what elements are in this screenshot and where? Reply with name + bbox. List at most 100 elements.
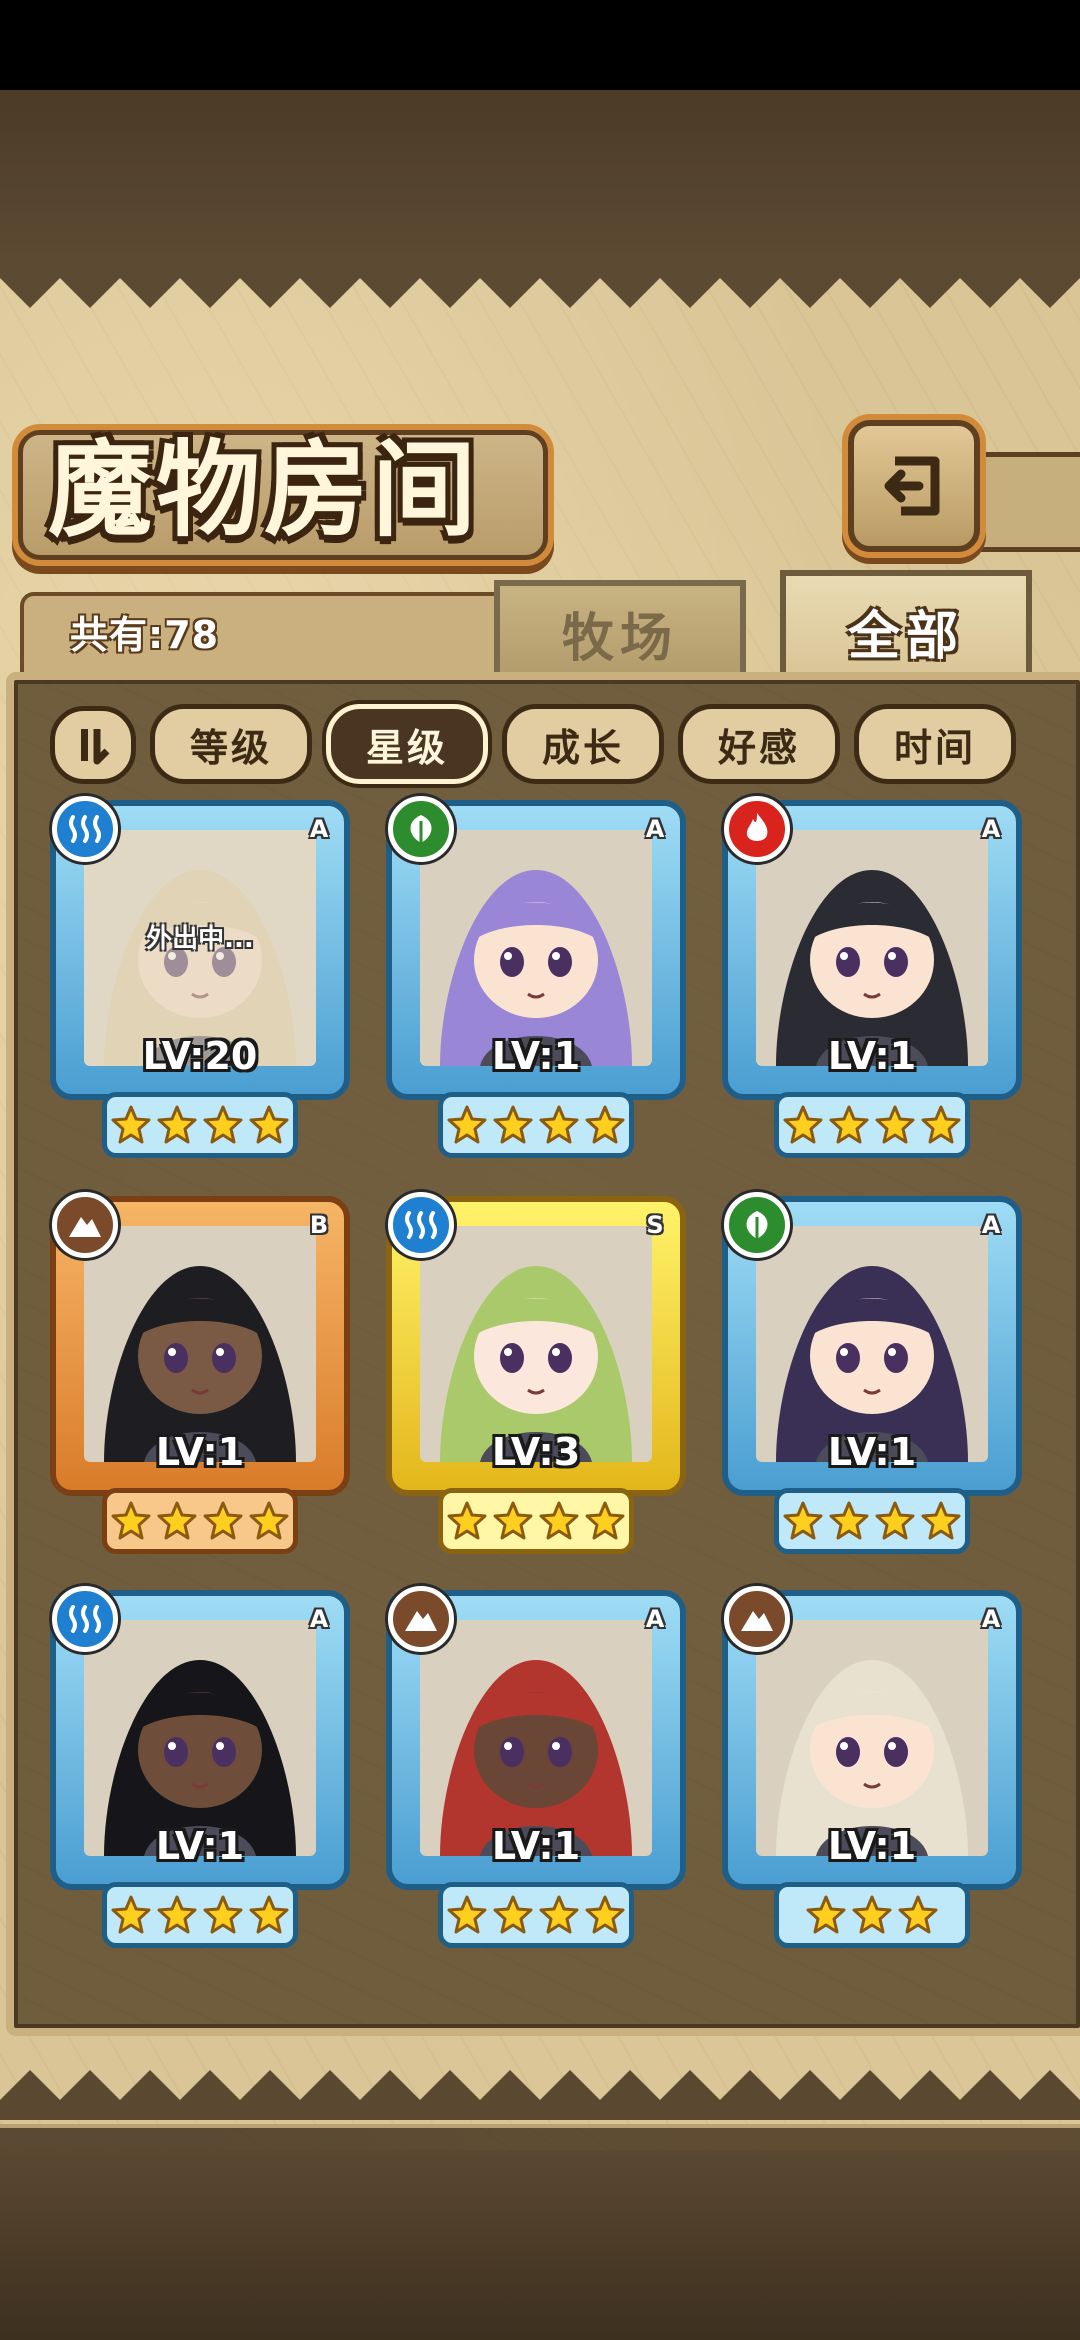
- sort-button-0[interactable]: 等级: [150, 704, 312, 784]
- monster-level: LV:1: [827, 1430, 917, 1474]
- map-bottom-band: [0, 2150, 1080, 2340]
- water-element-icon: [388, 1192, 454, 1258]
- star-rating: [438, 1092, 634, 1158]
- sort-button-3[interactable]: 好感: [678, 704, 840, 784]
- star-icon: [155, 1103, 199, 1147]
- monster-card[interactable]: A LV:1: [722, 1586, 1022, 1948]
- star-icon: [873, 1103, 917, 1147]
- monster-portrait: [756, 1226, 988, 1462]
- star-icon: [491, 1103, 535, 1147]
- map-top-band: [0, 90, 1080, 260]
- star-icon: [445, 1103, 489, 1147]
- rarity-tag: A: [645, 815, 665, 843]
- star-rating: [774, 1092, 970, 1158]
- monster-portrait: [420, 1620, 652, 1856]
- fire-element-icon: [724, 796, 790, 862]
- monster-card[interactable]: A LV:1: [722, 1192, 1022, 1554]
- rarity-tag: B: [309, 1211, 329, 1239]
- rarity-tag: A: [309, 1605, 329, 1633]
- monster-count: 共有:78: [70, 613, 220, 657]
- monster-portrait: [84, 1226, 316, 1462]
- monster-level: LV:1: [155, 1430, 245, 1474]
- star-icon: [491, 1893, 535, 1937]
- star-icon: [537, 1499, 581, 1543]
- star-icon: [781, 1499, 825, 1543]
- earth-element-icon: [52, 1192, 118, 1258]
- star-icon: [445, 1499, 489, 1543]
- star-icon: [781, 1103, 825, 1147]
- star-rating: [774, 1488, 970, 1554]
- away-status: 外出中...: [146, 924, 254, 954]
- monster-card[interactable]: 外出中... A LV:20: [50, 796, 350, 1158]
- monster-card[interactable]: B LV:1: [50, 1192, 350, 1554]
- water-element-icon: [52, 1586, 118, 1652]
- star-rating: [774, 1882, 970, 1948]
- star-icon: [109, 1499, 153, 1543]
- monster-card[interactable]: A LV:1: [50, 1586, 350, 1948]
- monster-portrait: [756, 1620, 988, 1856]
- page-title: 魔物房间: [48, 428, 481, 551]
- monster-card[interactable]: A LV:1: [386, 796, 686, 1158]
- water-element-icon: [52, 796, 118, 862]
- star-icon: [201, 1103, 245, 1147]
- tab-farm[interactable]: 牧场: [494, 580, 746, 680]
- rarity-tag: A: [981, 1605, 1001, 1633]
- star-icon: [201, 1499, 245, 1543]
- monster-card[interactable]: A LV:1: [386, 1586, 686, 1948]
- rarity-tag: S: [646, 1211, 664, 1239]
- rarity-tag: A: [309, 815, 329, 843]
- monster-level: LV:3: [491, 1430, 581, 1474]
- star-icon: [804, 1893, 848, 1937]
- star-icon: [827, 1499, 871, 1543]
- sort-order-icon: [81, 729, 110, 765]
- star-icon: [109, 1103, 153, 1147]
- star-icon: [537, 1893, 581, 1937]
- star-icon: [201, 1893, 245, 1937]
- back-arrow-icon: [884, 456, 940, 516]
- star-icon: [873, 1499, 917, 1543]
- star-icon: [583, 1499, 627, 1543]
- zigzag-top-edge: [0, 258, 1080, 308]
- monster-level: LV:1: [827, 1824, 917, 1868]
- monster-level: LV:20: [142, 1034, 258, 1078]
- star-rating: [102, 1092, 298, 1158]
- earth-element-icon: [724, 1586, 790, 1652]
- sort-button-1[interactable]: 星级: [326, 704, 488, 784]
- status-bar: [0, 0, 1080, 90]
- star-icon: [583, 1103, 627, 1147]
- star-icon: [155, 1893, 199, 1937]
- star-icon: [850, 1893, 894, 1937]
- rarity-tag: A: [645, 1605, 665, 1633]
- rarity-tag: A: [981, 1211, 1001, 1239]
- rarity-tag: A: [981, 815, 1001, 843]
- monster-level: LV:1: [491, 1824, 581, 1868]
- star-icon: [247, 1893, 291, 1937]
- monster-portrait: [756, 830, 988, 1066]
- monster-portrait: [420, 1226, 652, 1462]
- back-button[interactable]: [848, 420, 980, 552]
- tab-all[interactable]: 全部: [780, 570, 1032, 686]
- monster-portrait: [420, 830, 652, 1066]
- star-rating: [102, 1488, 298, 1554]
- star-icon: [109, 1893, 153, 1937]
- star-icon: [247, 1103, 291, 1147]
- star-rating: [438, 1882, 634, 1948]
- monster-card[interactable]: A LV:1: [722, 796, 1022, 1158]
- zigzag-bottom-edge: [0, 2070, 1080, 2120]
- star-icon: [445, 1893, 489, 1937]
- earth-element-icon: [388, 1586, 454, 1652]
- sort-button-2[interactable]: 成长: [502, 704, 664, 784]
- star-rating: [438, 1488, 634, 1554]
- star-icon: [919, 1103, 963, 1147]
- sort-order-toggle[interactable]: [50, 706, 136, 784]
- star-icon: [537, 1103, 581, 1147]
- sort-button-4[interactable]: 时间: [854, 704, 1016, 784]
- star-icon: [827, 1103, 871, 1147]
- monster-portrait: [84, 1620, 316, 1856]
- monster-level: LV:1: [155, 1824, 245, 1868]
- star-icon: [919, 1499, 963, 1543]
- monster-card[interactable]: S LV:3: [386, 1192, 686, 1554]
- star-icon: [247, 1499, 291, 1543]
- monster-level: LV:1: [491, 1034, 581, 1078]
- star-icon: [583, 1893, 627, 1937]
